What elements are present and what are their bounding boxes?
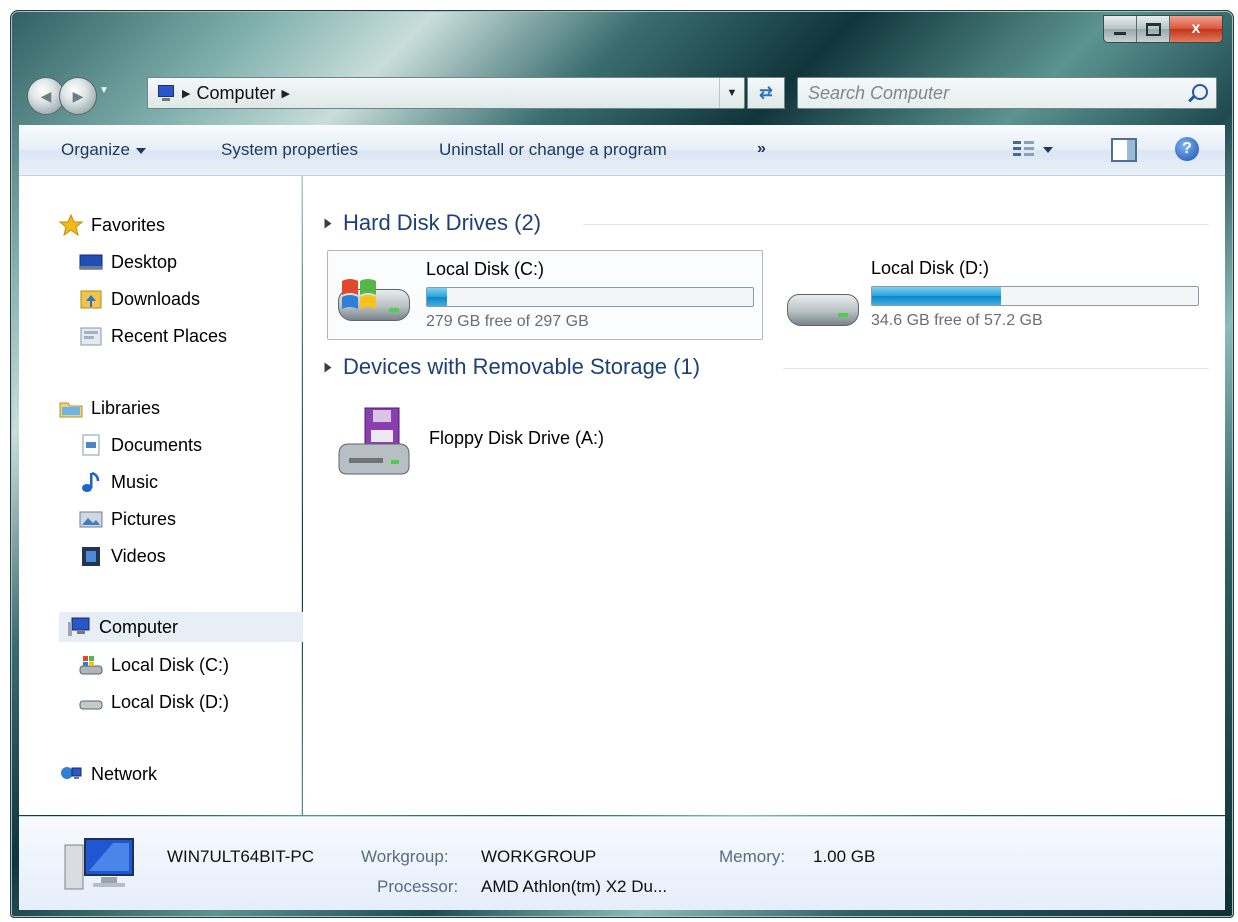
group-header-removable[interactable]: Devices with Removable Storage (1): [323, 354, 700, 380]
maximize-button[interactable]: [1137, 16, 1170, 42]
collapse-triangle-icon[interactable]: [324, 362, 332, 372]
drive-tile-d[interactable]: Local Disk (D:) 34.6 GB free of 57.2 GB: [773, 250, 1207, 338]
processor-value: AMD Athlon(tm) X2 Du...: [481, 877, 668, 896]
recent-pages-dropdown[interactable]: ▼: [99, 85, 109, 96]
search-icon[interactable]: [1192, 84, 1208, 100]
computer-monitor-icon: [63, 835, 139, 895]
system-drive-icon: [334, 277, 410, 321]
computer-icon: [154, 84, 176, 102]
system-properties-button[interactable]: System properties: [221, 140, 358, 160]
more-commands-button[interactable]: »: [757, 140, 766, 158]
videos-film-icon: [79, 545, 103, 567]
workgroup-label: Workgroup:: [361, 847, 449, 866]
address-dropdown-button[interactable]: ▼: [719, 78, 744, 108]
drive-usage-fill: [872, 287, 1001, 305]
minimize-button[interactable]: [1104, 16, 1137, 42]
collapse-triangle-icon[interactable]: [324, 218, 332, 228]
desktop-icon: [79, 251, 103, 273]
drive-name: Floppy Disk Drive (A:): [429, 428, 605, 448]
address-bar[interactable]: ▶ Computer ▶ ▼: [147, 77, 745, 109]
search-input[interactable]: [806, 80, 1170, 106]
memory-value: 1.00 GB: [813, 847, 876, 866]
nav-pictures[interactable]: Pictures: [79, 504, 176, 534]
chevron-down-icon: [135, 147, 146, 154]
refresh-button[interactable]: ⇄: [747, 77, 785, 109]
command-bar: Organize System properties Uninstall or …: [19, 125, 1225, 176]
network-icon: [59, 763, 83, 785]
search-box[interactable]: [797, 77, 1217, 109]
breadcrumb-chevron-icon[interactable]: ▶: [282, 87, 290, 100]
nav-libraries[interactable]: Libraries: [59, 393, 160, 423]
star-icon: [58, 213, 84, 237]
breadcrumb-computer[interactable]: Computer: [196, 83, 275, 104]
drive-tile-c[interactable]: Local Disk (C:) 279 GB free of 297 GB: [327, 250, 763, 340]
nav-downloads[interactable]: Downloads: [79, 284, 200, 314]
nav-music[interactable]: Music: [79, 467, 158, 497]
libraries-folder-icon: [59, 397, 83, 419]
group-header-hard-disks[interactable]: Hard Disk Drives (2): [323, 210, 541, 236]
processor-label: Processor:: [377, 877, 459, 896]
group-divider: [783, 368, 1209, 369]
system-drive-icon: [79, 654, 103, 676]
change-view-icon[interactable]: [1013, 139, 1035, 159]
recent-places-icon: [79, 325, 103, 347]
nav-recent-places[interactable]: Recent Places: [79, 321, 227, 351]
preview-pane-icon[interactable]: [1111, 138, 1137, 162]
nav-local-disk-d[interactable]: Local Disk (D:): [79, 687, 229, 717]
drive-name: Local Disk (D:): [871, 258, 990, 278]
memory-label: Memory:: [719, 847, 786, 866]
group-divider: [583, 224, 1209, 225]
organize-button[interactable]: Organize: [61, 140, 146, 160]
forward-arrow-icon: ▶: [72, 87, 84, 104]
pictures-icon: [79, 508, 103, 530]
details-pane: WIN7ULT64BIT-PC Workgroup: WORKGROUP Mem…: [19, 816, 1225, 910]
drive-free-space: 279 GB free of 297 GB: [426, 313, 589, 330]
nav-documents[interactable]: Documents: [79, 430, 202, 460]
views-dropdown-icon[interactable]: [1043, 147, 1053, 153]
nav-favorites[interactable]: Favorites: [58, 210, 165, 240]
close-icon: x: [1191, 20, 1201, 37]
computer-icon: [67, 616, 91, 638]
nav-network[interactable]: Network: [59, 759, 157, 789]
hard-drive-icon: [783, 282, 859, 326]
nav-videos[interactable]: Videos: [79, 541, 166, 571]
floppy-drive-tile[interactable]: Floppy Disk Drive (A:): [327, 398, 761, 486]
music-note-icon: [79, 471, 103, 493]
explorer-window: x ◀ ▶ ▼ ▶ Computer ▶ ▼ ⇄ Organize System…: [10, 10, 1234, 918]
close-button[interactable]: x: [1170, 16, 1222, 42]
drive-usage-fill: [427, 288, 447, 306]
window-controls: x: [1103, 15, 1223, 43]
minimize-icon: [1114, 31, 1126, 35]
maximize-icon: [1145, 22, 1161, 36]
nav-computer[interactable]: Computer: [59, 612, 317, 642]
help-icon[interactable]: ?: [1175, 137, 1199, 161]
nav-desktop[interactable]: Desktop: [79, 247, 177, 277]
drive-free-space: 34.6 GB free of 57.2 GB: [871, 312, 1043, 329]
refresh-icon: ⇄: [759, 85, 773, 102]
drive-usage-bar: [871, 286, 1199, 306]
drive-usage-bar: [426, 287, 754, 307]
drive-name: Local Disk (C:): [426, 259, 545, 279]
downloads-icon: [79, 288, 103, 310]
breadcrumb-chevron-icon[interactable]: ▶: [182, 87, 190, 100]
documents-icon: [79, 434, 103, 456]
content-pane: Hard Disk Drives (2) Local Disk (C:) 279…: [303, 176, 1225, 815]
forward-button[interactable]: ▶: [59, 77, 97, 115]
hard-drive-icon: [79, 691, 103, 713]
navigation-pane: Favorites Desktop Downloads Recent Place…: [19, 176, 317, 815]
uninstall-program-button[interactable]: Uninstall or change a program: [439, 140, 667, 160]
workgroup-value: WORKGROUP: [481, 847, 597, 866]
floppy-drive-icon: [335, 406, 411, 486]
nav-local-disk-c[interactable]: Local Disk (C:): [79, 650, 229, 680]
computer-name: WIN7ULT64BIT-PC: [167, 847, 315, 866]
